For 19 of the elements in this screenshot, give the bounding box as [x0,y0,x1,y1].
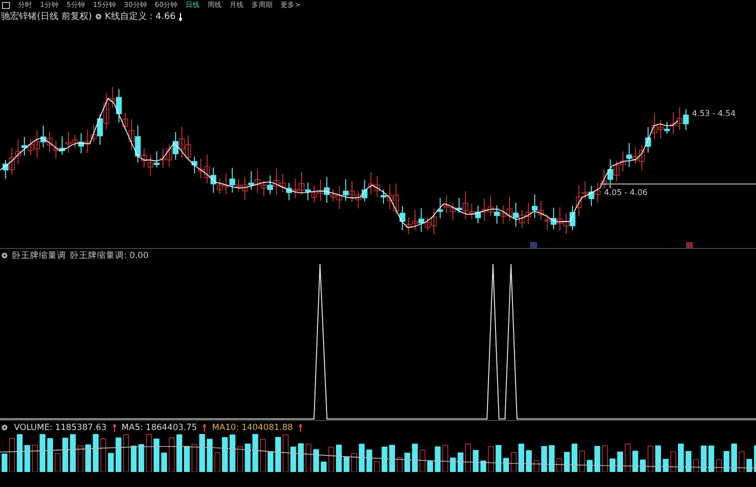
arrow-down-icon [178,12,182,20]
indicator-reading: K线自定义 : 4.66 [104,10,176,23]
arrow-up-icon [298,424,302,432]
gear-icon[interactable] [1,424,8,431]
chart-icon[interactable] [2,2,10,8]
stock-title: 驰宏锌锗(日线 前复权) [1,10,92,23]
indicator-reading: 卧王牌缩量调: 0.00 [70,250,148,262]
volume-reading: MA5: 1864403.75 [122,422,198,432]
arrow-up-icon [112,424,116,432]
price-label: 4.05 - 4.06 [604,188,648,197]
arrow-up-icon [203,424,206,432]
volume-reading: MA10: 1404081.88 [212,422,293,432]
gear-icon[interactable] [94,13,102,20]
price-label: 4.53 - 4.54 [692,109,736,118]
marker-icon [530,242,537,248]
volume-reading: VOLUME: 1185387.63 [14,422,107,432]
gear-icon[interactable] [1,252,8,259]
marker-icon [686,242,693,248]
indicator-name: 卧王牌缩量调 [12,250,66,262]
